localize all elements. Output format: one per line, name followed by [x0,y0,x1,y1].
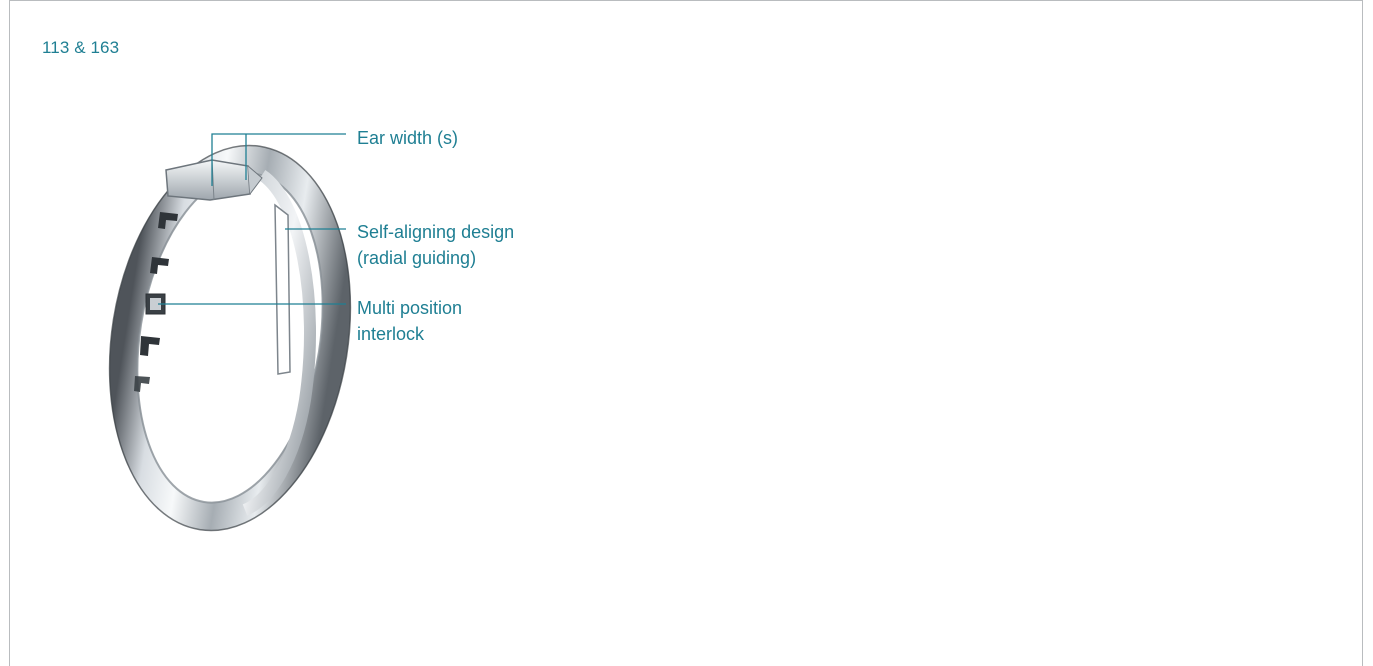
multi-position-label: Multi position interlock [357,298,463,344]
ear-width-label: Ear width (s) [357,128,459,148]
clamp-illustration [108,133,352,532]
self-aligning-label: Self-aligning design (radial guiding) [357,222,515,268]
document-page: 113 & 163 Ear width (s) Self-aligning de… [0,0,1373,666]
guide-slot [274,203,291,375]
clamp-ear [165,159,263,201]
